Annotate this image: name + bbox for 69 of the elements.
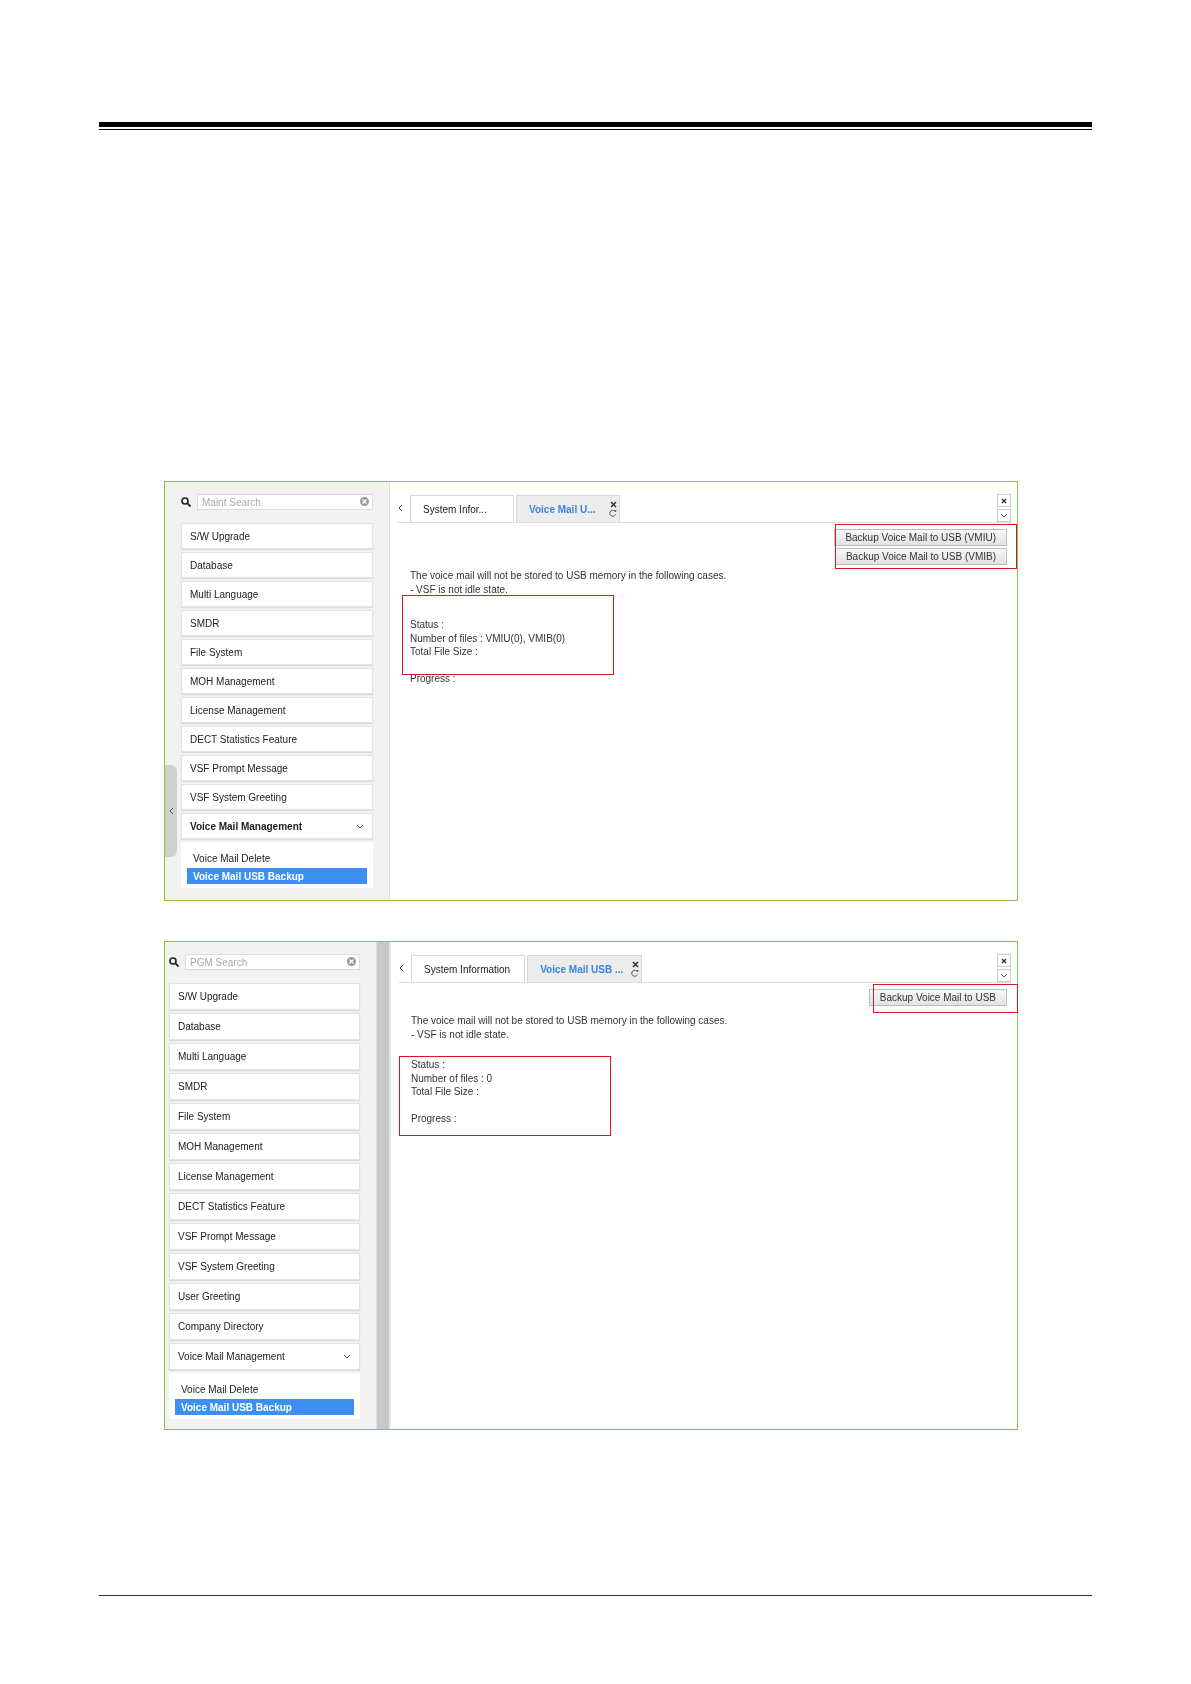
notice-text: - VSF is not idle state. — [411, 1027, 510, 1041]
backup-button[interactable]: Backup Voice Mail to USB — [868, 989, 1007, 1006]
refresh-icon — [609, 509, 617, 517]
chevron-left-icon — [399, 964, 404, 972]
menu-item[interactable]: Multi Language — [181, 581, 373, 607]
chevron-left-icon — [168, 807, 174, 815]
menu-group-label: Voice Mail Management — [190, 820, 303, 832]
menu-item[interactable]: File System — [181, 639, 373, 665]
menu-item[interactable]: S/W Upgrade — [169, 983, 360, 1010]
close-icon — [609, 501, 617, 508]
refresh-icon — [631, 969, 640, 977]
chevron-down-icon — [1000, 973, 1008, 978]
menu-item[interactable]: DECT Statistics Feature — [181, 726, 373, 752]
dropdown-button[interactable] — [997, 509, 1011, 522]
tab[interactable]: System Infor... — [410, 495, 514, 522]
clear-icon — [347, 957, 356, 966]
status-text: Status : — [411, 1058, 446, 1072]
menu-item[interactable]: License Management — [169, 1163, 360, 1190]
menu-item[interactable]: DECT Statistics Feature — [169, 1193, 360, 1220]
status-text: Total File Size : — [410, 645, 479, 659]
menu-item[interactable]: Multi Language — [169, 1043, 360, 1070]
menu-item[interactable]: VSF Prompt Message — [169, 1223, 360, 1250]
menu-item[interactable]: VSF System Greeting — [181, 784, 373, 810]
close-button[interactable] — [997, 494, 1011, 507]
search-icon — [181, 497, 191, 507]
progress-label: Progress : — [410, 671, 457, 685]
chevron-down-icon — [1000, 513, 1008, 518]
search-field[interactable]: Maint Search — [197, 494, 373, 510]
collapse-handle[interactable] — [165, 765, 177, 857]
menu-item[interactable]: MOH Management — [169, 1133, 360, 1160]
close-icon — [1001, 957, 1007, 964]
close-icon — [1001, 497, 1007, 504]
menu-item[interactable]: SMDR — [181, 610, 373, 636]
menu-item[interactable]: Database — [181, 552, 373, 578]
dropdown-button[interactable] — [997, 969, 1011, 982]
search-icon — [169, 957, 179, 967]
menu-item[interactable]: Database — [169, 1013, 360, 1040]
status-text: Status : — [410, 618, 445, 632]
menu-item[interactable]: VSF Prompt Message — [181, 755, 373, 781]
tab[interactable]: System Information — [411, 955, 526, 982]
notice-text: The voice mail will not be stored to USB memory in the following cases. — [410, 569, 728, 583]
backup-button[interactable]: Backup Voice Mail to USB (VMIB) — [834, 548, 1007, 565]
menu-item[interactable]: File System — [169, 1103, 360, 1130]
notice-text: The voice mail will not be stored to USB memory in the following cases. — [411, 1014, 729, 1028]
menu-group[interactable]: Voice Mail Management — [181, 813, 373, 839]
submenu-item[interactable]: Voice Mail Delete — [175, 1381, 354, 1397]
menu-item[interactable]: User Greeting — [169, 1283, 360, 1310]
chevron-left-icon — [398, 504, 403, 512]
status-text: Total File Size : — [411, 1085, 480, 1099]
clear-icon — [360, 497, 369, 506]
close-icon — [631, 961, 639, 968]
progress-label: Progress : — [411, 1111, 458, 1125]
submenu-item[interactable]: Voice Mail Delete — [187, 850, 367, 866]
menu-group-label: Voice Mail Management — [178, 1351, 285, 1362]
menu-item[interactable]: MOH Management — [181, 668, 373, 694]
close-button[interactable] — [997, 954, 1011, 967]
menu-group[interactable]: Voice Mail Management — [169, 1343, 360, 1370]
notice-text: - VSF is not idle state. — [410, 582, 509, 596]
chevron-down-icon — [343, 1354, 351, 1359]
menu-item[interactable]: S/W Upgrade — [181, 523, 373, 549]
menu-item[interactable]: VSF System Greeting — [169, 1253, 360, 1280]
chevron-down-icon — [356, 823, 364, 829]
menu-item[interactable]: Company Directory — [169, 1313, 360, 1340]
backup-button[interactable]: Backup Voice Mail to USB (VMIU) — [834, 529, 1007, 546]
menu-item[interactable]: License Management — [181, 697, 373, 723]
status-text: Number of files : VMIU(0), VMIB(0) — [410, 631, 567, 645]
search-field[interactable]: PGM Search — [185, 954, 360, 970]
status-text: Number of files : 0 — [411, 1071, 494, 1085]
menu-item[interactable]: SMDR — [169, 1073, 360, 1100]
